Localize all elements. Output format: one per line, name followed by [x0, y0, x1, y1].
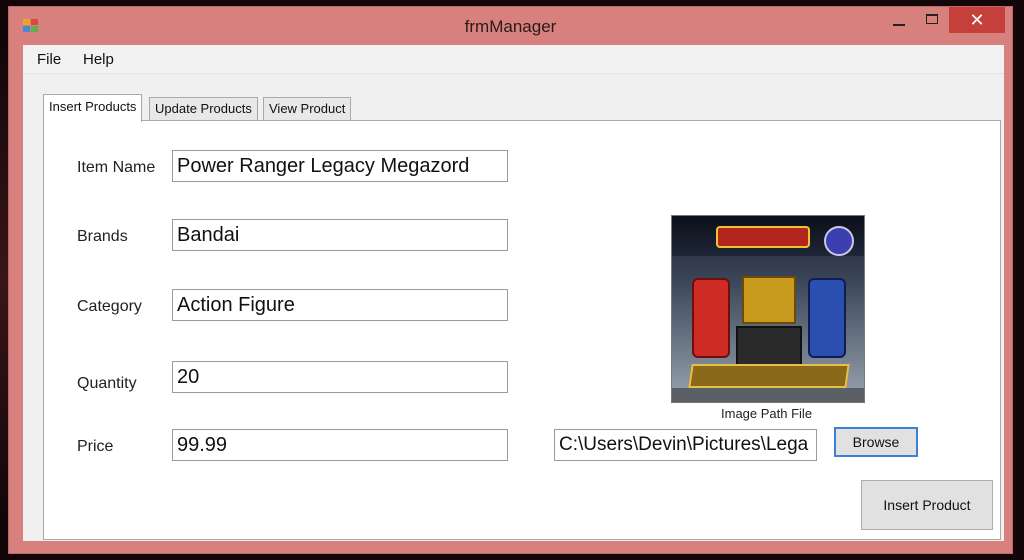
close-button[interactable]: ✕ — [949, 7, 1005, 33]
image-path-input[interactable] — [554, 429, 817, 461]
image-path-label: Image Path File — [721, 406, 813, 421]
insert-products-panel: Item Name Brands Category Quantity Price — [43, 120, 1001, 540]
insert-product-button[interactable]: Insert Product — [861, 480, 993, 530]
category-input[interactable] — [172, 289, 508, 321]
quantity-input[interactable] — [172, 361, 508, 393]
price-label: Price — [77, 438, 114, 455]
client-area: File Help Insert Products Update Product… — [23, 45, 1004, 541]
tab-insert-products[interactable]: Insert Products — [43, 94, 143, 122]
brands-input[interactable] — [172, 219, 508, 251]
item-name-label: Item Name — [77, 159, 156, 176]
minimize-icon — [893, 24, 905, 26]
app-window: frmManager ✕ File Help Insert Products U… — [8, 6, 1013, 554]
maximize-icon — [926, 14, 938, 24]
item-name-input[interactable] — [172, 150, 508, 182]
tab-view-product[interactable]: View Product — [263, 97, 352, 121]
window-title: frmManager — [464, 17, 557, 36]
browse-button[interactable]: Browse — [834, 427, 918, 457]
minimize-button[interactable] — [885, 9, 915, 33]
tab-update-products[interactable]: Update Products — [149, 97, 258, 121]
product-image — [671, 215, 865, 403]
menu-file[interactable]: File — [37, 51, 61, 68]
menu-help[interactable]: Help — [83, 51, 114, 68]
quantity-label: Quantity — [77, 375, 137, 392]
title-bar[interactable]: frmManager ✕ — [9, 7, 1012, 45]
brands-label: Brands — [77, 228, 128, 245]
category-label: Category — [77, 298, 142, 315]
price-input[interactable] — [172, 429, 508, 461]
maximize-button[interactable] — [917, 9, 947, 33]
menu-bar: File Help — [23, 45, 1004, 74]
